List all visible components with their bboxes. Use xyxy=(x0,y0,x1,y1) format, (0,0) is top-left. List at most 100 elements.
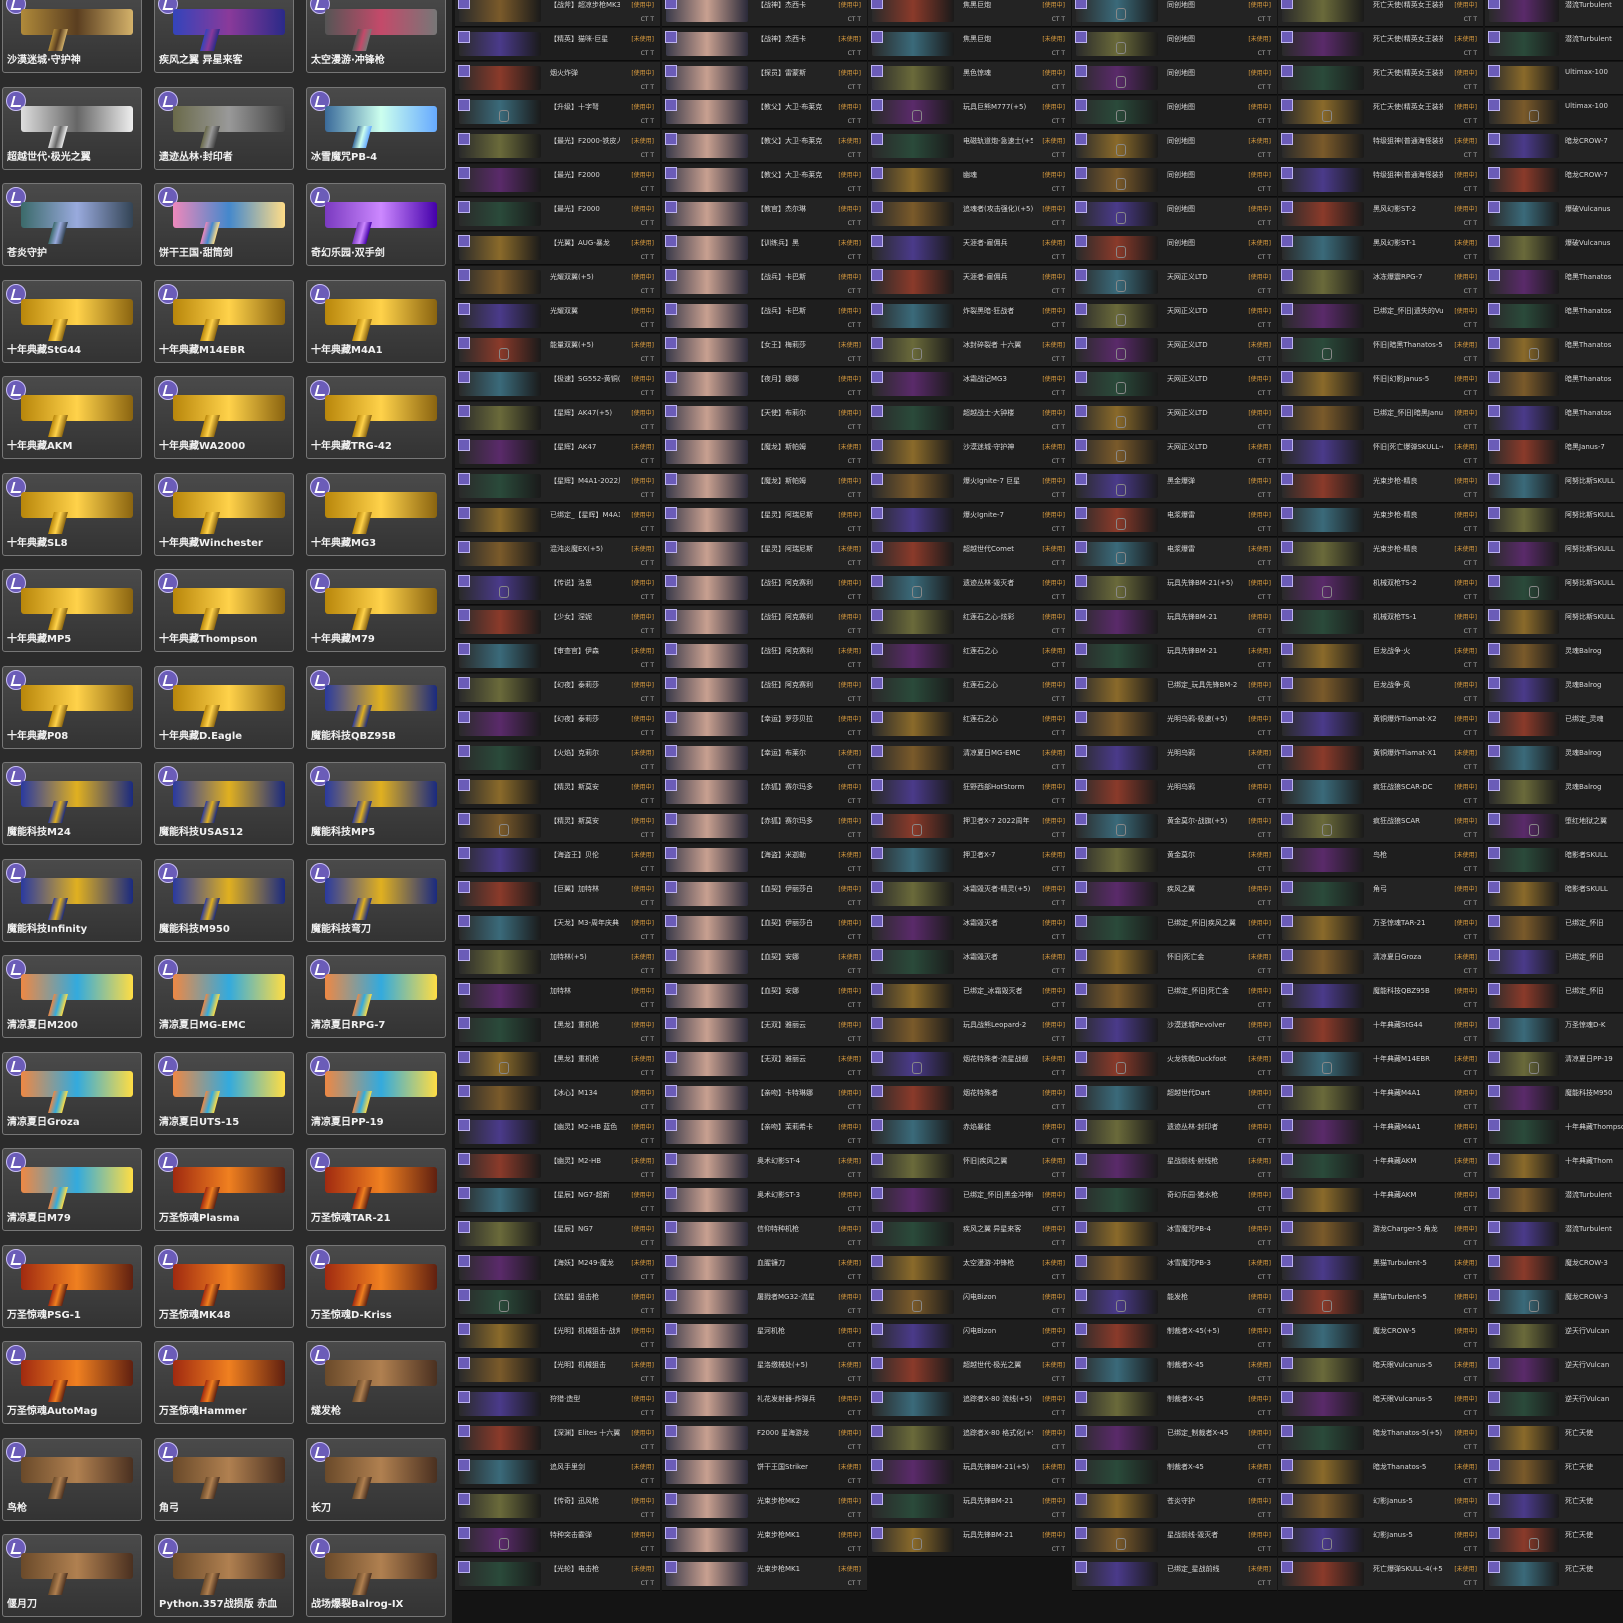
inventory-item[interactable]: 【星灵】阿瑞尼斯 [使用中] CT T xyxy=(662,504,867,537)
inventory-item[interactable]: 追踪者X-80 流线(+5) [使用中] CT T xyxy=(868,1388,1071,1421)
inventory-item[interactable]: 死亡天使[使用中]CT T xyxy=(1485,1524,1623,1557)
inventory-item[interactable]: 狩猎·造型 [使用中] CT T xyxy=(455,1388,660,1421)
inventory-item[interactable]: 【最光】F2000-铁皮人 [未使用] CT T xyxy=(455,130,660,163)
inventory-item[interactable]: 同创地图 [使用中] CT T xyxy=(1072,62,1277,95)
inventory-item[interactable]: 玩具先锋BM-21 [使用中] CT T xyxy=(1072,606,1277,639)
inventory-item[interactable]: 已绑定_怀旧[未使用]CT T xyxy=(1485,946,1623,979)
weapon-card[interactable]: 十年典藏D.Eagle xyxy=(154,665,294,749)
inventory-item[interactable]: 星河机枪 [使用中] CT T xyxy=(662,1320,867,1353)
inventory-item[interactable]: 玩具战熊Leopard-2 [使用中] CT T xyxy=(868,1014,1071,1047)
inventory-item[interactable]: 已绑定_怀旧|暗黑Janus [使用中] CT T xyxy=(1278,402,1483,435)
inventory-item[interactable]: 暗影者SKULL[未使用]CT T xyxy=(1485,844,1623,877)
inventory-item[interactable]: 死亡天使(精英女王装扮) [使用中] CT T xyxy=(1278,96,1483,129)
inventory-item[interactable]: 暗黑Thanatos[使用中]CT T xyxy=(1485,402,1623,435)
weapon-card[interactable]: 魔能科技QBZ95B xyxy=(306,665,446,749)
weapon-card[interactable]: 万圣惊魂Hammer xyxy=(154,1341,294,1424)
weapon-card[interactable]: 万圣惊魂MK48 xyxy=(154,1244,294,1328)
inventory-item[interactable]: 暗黑Thanatos[使用中]CT T xyxy=(1485,368,1623,401)
inventory-item[interactable]: 死亡天使(精英女王装扮) [使用中] CT T xyxy=(1278,0,1483,27)
inventory-item[interactable]: 幻影Janus-5 [使用中] CT T xyxy=(1278,1490,1483,1523)
inventory-item[interactable]: 已绑定_制裁者X-45 [使用中] CT T xyxy=(1072,1422,1277,1455)
inventory-item[interactable]: 玩具先锋BM-21(+5) [使用中] CT T xyxy=(1072,572,1277,605)
inventory-item[interactable]: 疾风之翼 [使用中] CT T xyxy=(1072,878,1277,911)
inventory-item[interactable]: 【星辉】AK47 [未使用] CT T xyxy=(455,436,660,469)
weapon-card[interactable]: 魔能科技MP5 xyxy=(306,762,446,845)
inventory-item[interactable]: 【训练兵】黑 [未使用] CT T xyxy=(662,232,867,265)
inventory-item[interactable]: 冰封碎裂者 十六翼 [未使用] CT T xyxy=(868,334,1071,367)
inventory-item[interactable]: 暗龙Thanatos-5(+5) [使用中] CT T xyxy=(1278,1422,1483,1455)
inventory-item[interactable]: 暗黑Janus-7[未使用]CT T xyxy=(1485,436,1623,469)
inventory-item[interactable]: 天网正义LTD [使用中] CT T xyxy=(1072,300,1277,333)
inventory-item[interactable]: 【海盗】米迦勒 [未使用] CT T xyxy=(662,844,867,877)
inventory-item[interactable]: 已绑定_怀旧[使用中]CT T xyxy=(1485,980,1623,1013)
weapon-card[interactable]: 沙漠迷城·守护神 xyxy=(2,0,142,73)
inventory-item[interactable]: 同创地图 [使用中] CT T xyxy=(1072,0,1277,27)
inventory-item[interactable]: 【海妖】M249-魔龙 [未使用] CT T xyxy=(455,1252,660,1285)
weapon-card[interactable]: 万圣惊魂D-Kriss xyxy=(306,1244,446,1328)
inventory-item[interactable]: 超越世代Dart [使用中] CT T xyxy=(1072,1082,1277,1115)
inventory-item[interactable]: 饼干王国Striker [未使用] CT T xyxy=(662,1456,867,1489)
inventory-item[interactable]: 同创地图 [使用中] CT T xyxy=(1072,198,1277,231)
weapon-card[interactable]: 饼干王国·甜筒剑 xyxy=(154,183,294,266)
inventory-item[interactable]: 焦黑巨炮 [使用中] CT T xyxy=(868,0,1071,27)
inventory-item[interactable]: 魔龙CROW-3[使用中]CT T xyxy=(1485,1286,1623,1319)
weapon-card[interactable]: 十年典藏SL8 xyxy=(2,472,142,556)
inventory-item[interactable]: 【黑龙】重机枪 [使用中] CT T xyxy=(455,1014,660,1047)
inventory-item[interactable]: 【冰心】M134 [使用中] CT T xyxy=(455,1082,660,1115)
inventory-item[interactable]: 魔能科技QBZ95B [使用中] CT T xyxy=(1278,980,1483,1013)
inventory-item[interactable]: 押卫者X-7 2022周年 [使用中] CT T xyxy=(868,810,1071,843)
inventory-item[interactable]: 同创地图 [未使用] CT T xyxy=(1072,28,1277,61)
inventory-item[interactable]: 玩具先锋BM-21(+5) [未使用] CT T xyxy=(868,1456,1071,1489)
inventory-item[interactable]: 冰雪魔咒PB-4 [使用中] CT T xyxy=(1072,1218,1277,1251)
inventory-item[interactable]: 黑猫Turbulent-5 [未使用] CT T xyxy=(1278,1252,1483,1285)
inventory-item[interactable]: 巨龙战争·火 [未使用] CT T xyxy=(1278,640,1483,673)
inventory-item[interactable]: 爆破Vulcanus[未使用]CT T xyxy=(1485,232,1623,265)
inventory-item[interactable]: 【战神】杰西卡 [使用中] CT T xyxy=(662,0,867,27)
inventory-item[interactable]: 怀旧|死亡爆弹SKULL-4 [未使用] CT T xyxy=(1278,436,1483,469)
inventory-item[interactable]: 【战兵】卡巴斯 [使用中] CT T xyxy=(662,300,867,333)
inventory-item[interactable]: 【光明】机械狙击-战斧 [使用中] CT T xyxy=(455,1320,660,1353)
inventory-item[interactable]: 超越世代·极光之翼 [未使用] CT T xyxy=(868,1354,1071,1387)
weapon-card[interactable]: 十年典藏AKM xyxy=(2,376,142,459)
weapon-card[interactable]: 十年典藏Winchester xyxy=(154,472,294,556)
inventory-item[interactable]: 【精英】猫咪·巨星 [未使用] CT T xyxy=(455,28,660,61)
inventory-item[interactable]: 【光明】机械狙击 [未使用] CT T xyxy=(455,1354,660,1387)
inventory-item[interactable]: 沙漠迷城·守护神 [未使用] CT T xyxy=(868,436,1071,469)
weapon-card[interactable]: 魔能科技USAS12 xyxy=(154,762,294,845)
inventory-item[interactable]: 【天使】布莉尔 [使用中] CT T xyxy=(662,402,867,435)
weapon-card[interactable]: 十年典藏M4A1 xyxy=(306,279,446,363)
inventory-item[interactable]: 光束步枪-精良 [使用中] CT T xyxy=(1278,470,1483,503)
inventory-item[interactable]: 清凉夏日MG-EMC [未使用] CT T xyxy=(868,742,1071,775)
inventory-item[interactable]: 光束步枪MK1 [使用中] CT T xyxy=(662,1524,867,1557)
inventory-item[interactable]: 奇幻乐园·猪水枪 [使用中] CT T xyxy=(1072,1184,1277,1217)
inventory-item[interactable]: 【教官】杰尔琳 [使用中] CT T xyxy=(662,198,867,231)
inventory-item[interactable]: 【战狂】阿克赛利 [使用中] CT T xyxy=(662,572,867,605)
inventory-item[interactable]: 已绑定_冰霜毁灭者 [使用中] CT T xyxy=(868,980,1071,1013)
inventory-item[interactable]: 【教父】大卫·布莱克 [使用中] CT T xyxy=(662,164,867,197)
inventory-item[interactable]: 暗黑Thanatos[使用中]CT T xyxy=(1485,266,1623,299)
inventory-item[interactable]: 超越战士·大钟楼 [使用中] CT T xyxy=(868,402,1071,435)
inventory-item[interactable]: 【幻夜】泰莉莎 [使用中] CT T xyxy=(455,674,660,707)
inventory-item[interactable]: 【战狂】阿克赛利 [使用中] CT T xyxy=(662,674,867,707)
inventory-item[interactable]: 【血契】安娜 [未使用] CT T xyxy=(662,946,867,979)
inventory-item[interactable]: 怀旧|暗黑Thanatos-5 [未使用] CT T xyxy=(1278,334,1483,367)
inventory-item[interactable]: 天网正义LTD [使用中] CT T xyxy=(1072,266,1277,299)
inventory-item[interactable]: 【星辉】AK47(+5) [使用中] CT T xyxy=(455,402,660,435)
inventory-item[interactable]: 疯狂战狼SCAR-DC [使用中] CT T xyxy=(1278,776,1483,809)
inventory-item[interactable]: 【教父】大卫·布莱克 [未使用] CT T xyxy=(662,130,867,163)
inventory-item[interactable]: 【血契】伊丽莎白 [使用中] CT T xyxy=(662,878,867,911)
inventory-item[interactable]: 【星辰】NG7-超新 [使用中] CT T xyxy=(455,1184,660,1217)
inventory-item[interactable]: 光明乌鸦 [使用中] CT T xyxy=(1072,776,1277,809)
inventory-item[interactable]: 混沌炎魔EX(+5) [未使用] CT T xyxy=(455,538,660,571)
inventory-item[interactable]: 星战前线·毁灭者 [使用中] CT T xyxy=(1072,1524,1277,1557)
inventory-item[interactable]: 电磁轨道炮-急速士(+5) [未使用] CT T xyxy=(868,130,1071,163)
weapon-card[interactable]: 万圣惊魂PSG-1 xyxy=(2,1244,142,1328)
weapon-card[interactable]: 魔能科技M950 xyxy=(154,858,294,942)
inventory-item[interactable]: 制裁者X-45(+5) [使用中] CT T xyxy=(1072,1320,1277,1353)
inventory-item[interactable]: 特级狙神(普通海怪装扮) [未使用] CT T xyxy=(1278,130,1483,163)
inventory-item[interactable]: 玩具先锋BM-21 [未使用] CT T xyxy=(1072,640,1277,673)
inventory-item[interactable]: 【亲吻】茉莉希卡 [使用中] CT T xyxy=(662,1116,867,1149)
inventory-item[interactable]: 制裁者X-45 [使用中] CT T xyxy=(1072,1388,1277,1421)
inventory-item[interactable]: 黄金莫尔 [未使用] CT T xyxy=(1072,844,1277,877)
inventory-item[interactable]: 机械双枪TS-2 [使用中] CT T xyxy=(1278,572,1483,605)
